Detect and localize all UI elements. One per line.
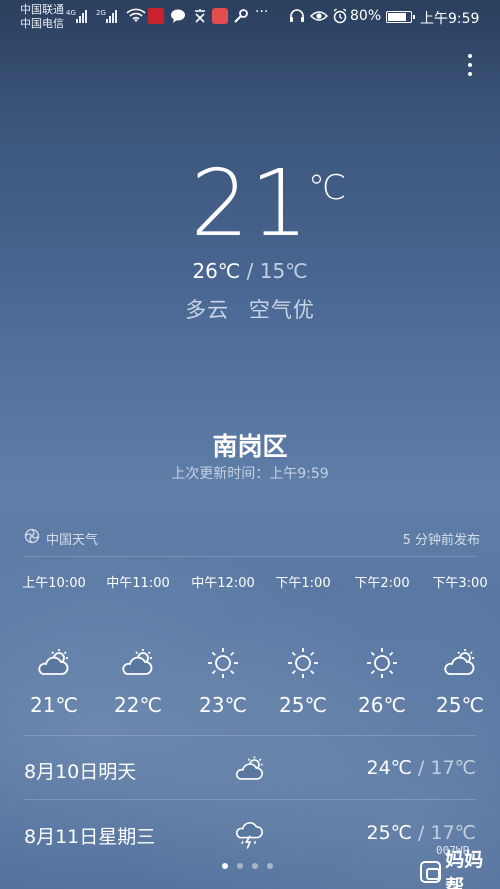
- city-name[interactable]: 南岗区: [0, 427, 500, 463]
- battery-icon: [386, 11, 415, 23]
- page-dot[interactable]: [222, 863, 228, 869]
- temp-separator: /: [240, 259, 260, 283]
- divider: [24, 735, 476, 736]
- news-app-icon: [148, 8, 164, 24]
- watermark-brand: 妈妈帮: [420, 849, 500, 889]
- eye-comfort-icon: [310, 11, 328, 21]
- network-type-1: 4G: [66, 9, 76, 17]
- day-temp-separator: /: [412, 822, 431, 844]
- thunderstorm-icon: [235, 822, 263, 849]
- partly-cloudy-icon: [122, 649, 153, 675]
- signal-icon-1: [76, 9, 87, 23]
- hour-temp: 25℃: [436, 693, 484, 717]
- carrier-2: 中国电信: [20, 17, 64, 30]
- page-indicator[interactable]: [222, 863, 273, 869]
- divider: [24, 799, 476, 800]
- day-low: 17℃: [430, 757, 476, 779]
- network-type-2: 2G: [96, 9, 106, 17]
- page-dot[interactable]: [237, 863, 243, 869]
- day-date: 8月11日星期三: [24, 826, 156, 848]
- daily-forecast-row[interactable]: 8月11日星期三 25℃ / 17℃: [24, 802, 476, 862]
- hour-item: 中午11:00 22℃: [96, 568, 180, 717]
- page-dot[interactable]: [252, 863, 258, 869]
- day-low: 17℃: [430, 822, 476, 844]
- day-date: 8月10日明天: [24, 761, 137, 783]
- high-temp: 26℃: [192, 259, 241, 283]
- hour-time: 下午2:00: [354, 576, 410, 591]
- alarm-icon: [333, 8, 347, 24]
- key-icon: [234, 9, 248, 23]
- battery-percent: 80%: [350, 8, 382, 24]
- more-options-icon[interactable]: [462, 54, 478, 82]
- partly-cloudy-icon: [38, 649, 69, 675]
- sunny-icon: [288, 648, 318, 678]
- hour-item: 下午1:00 25℃: [261, 568, 345, 717]
- text-app-icon: [195, 9, 205, 23]
- carriers: 中国联通 中国电信: [20, 3, 64, 31]
- last-updated: 上次更新时间：上午9:59: [171, 466, 329, 482]
- hour-item: 中午12:00 23℃: [181, 568, 265, 717]
- hour-item: 上午10:00 21℃: [12, 568, 96, 717]
- hour-temp: 22℃: [114, 693, 162, 717]
- day-high: 25℃: [366, 822, 412, 844]
- hour-time: 下午3:00: [432, 576, 488, 591]
- day-temp-range: 24℃ / 17℃: [366, 757, 476, 779]
- carrier-1: 中国联通: [20, 3, 64, 16]
- high-low-temperature: 26℃ / 15℃: [0, 259, 500, 283]
- notes-app-icon: [212, 8, 228, 24]
- hour-item: 下午2:00 26℃: [340, 568, 424, 717]
- more-notifications-icon: ···: [255, 4, 269, 20]
- source-name: 中国天气: [46, 533, 99, 548]
- weather-condition: 多云: [185, 298, 230, 322]
- watermark-brand-text: 妈妈帮: [445, 849, 484, 889]
- headphones-icon: [290, 9, 304, 22]
- day-high: 24℃: [366, 757, 412, 779]
- day-temp-range: 25℃ / 17℃: [366, 822, 476, 844]
- low-temp: 15℃: [259, 259, 308, 283]
- sunny-icon: [208, 648, 238, 678]
- hour-time: 下午1:00: [275, 576, 331, 591]
- divider: [24, 556, 476, 557]
- hour-item: 下午3:00 25℃: [418, 568, 500, 717]
- status-bar: 中国联通 中国电信 4G 2G ··· 80% 上午9:59: [0, 0, 500, 34]
- temperature-unit: ℃: [308, 168, 347, 208]
- message-icon: [171, 9, 185, 23]
- temperature-value: 21: [190, 150, 310, 257]
- page-dot[interactable]: [267, 863, 273, 869]
- partly-cloudy-icon: [235, 756, 263, 780]
- current-temperature: 21 ℃: [0, 150, 500, 257]
- hour-time: 中午11:00: [106, 576, 170, 591]
- air-quality[interactable]: 空气优: [249, 298, 315, 322]
- watermark-logo-icon: [420, 861, 442, 883]
- partly-cloudy-icon: [444, 649, 475, 675]
- signal-icon-2: [106, 9, 117, 23]
- sunny-icon: [367, 648, 397, 678]
- china-weather-logo-icon: [24, 528, 40, 544]
- hour-time: 上午10:00: [22, 576, 86, 591]
- daily-forecast-row[interactable]: 8月10日明天 24℃ / 17℃: [24, 737, 476, 797]
- hour-time: 中午12:00: [191, 576, 255, 591]
- hour-temp: 21℃: [30, 693, 78, 717]
- hourly-forecast[interactable]: 上午10:00 21℃ 中午11:00 22℃ 中午12:00 23℃ 下午1:…: [0, 568, 500, 718]
- condition-row: 多云 空气优: [0, 294, 500, 324]
- wifi-icon: [126, 8, 146, 22]
- clock: 上午9:59: [420, 11, 480, 27]
- hour-temp: 26℃: [358, 693, 406, 717]
- weather-source-row[interactable]: 中国天气 5 分钟前发布: [24, 527, 480, 549]
- hour-temp: 23℃: [199, 693, 247, 717]
- hour-temp: 25℃: [279, 693, 327, 717]
- day-temp-separator: /: [412, 757, 431, 779]
- publish-time: 5 分钟前发布: [402, 533, 480, 548]
